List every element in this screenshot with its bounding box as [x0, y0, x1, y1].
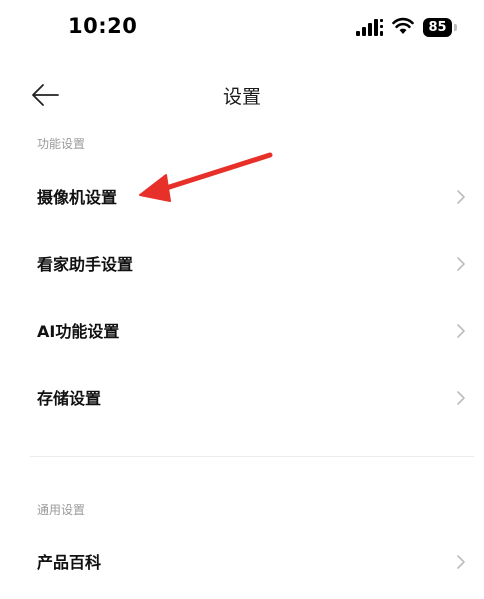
chevron-right-icon [457, 391, 465, 405]
menu-item-storage-settings[interactable]: 存储设置 [0, 367, 484, 427]
signal-icon [356, 19, 383, 36]
menu-item-label: 产品百科 [37, 553, 102, 572]
page-title: 设置 [222, 86, 261, 108]
wifi-icon [392, 17, 414, 34]
battery-icon: 85 [423, 18, 457, 37]
chevron-right-icon [457, 555, 465, 569]
chevron-right-icon [457, 257, 465, 271]
section-label-function: 功能设置 [37, 137, 86, 151]
chevron-right-icon [457, 190, 465, 204]
menu-item-ai-settings[interactable]: AI功能设置 [0, 300, 484, 360]
menu-item-label: 存储设置 [37, 389, 102, 408]
status-bar: 10:20 85 [0, 0, 484, 56]
battery-cap [454, 24, 457, 31]
menu-item-label: 看家助手设置 [37, 255, 134, 274]
chevron-right-icon [457, 324, 465, 338]
menu-item-camera-settings[interactable]: 摄像机设置 [0, 166, 484, 226]
header: 设置 [0, 70, 484, 120]
section-divider [30, 456, 474, 457]
menu-item-label: AI功能设置 [37, 322, 120, 341]
menu-item-product-wiki[interactable]: 产品百科 [0, 531, 484, 591]
status-time: 10:20 [68, 14, 138, 38]
menu-item-home-assistant-settings[interactable]: 看家助手设置 [0, 233, 484, 293]
section-label-general: 通用设置 [37, 503, 86, 517]
battery-level: 85 [423, 18, 452, 37]
menu-item-label: 摄像机设置 [37, 188, 118, 207]
